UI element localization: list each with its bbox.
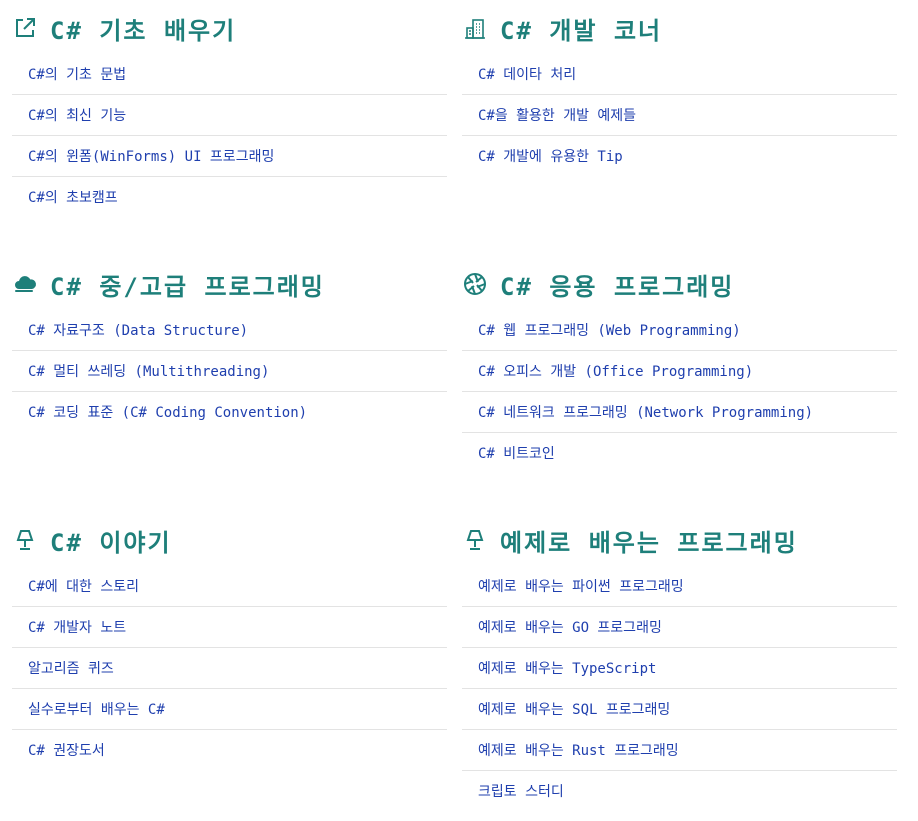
link-dev-tips[interactable]: C# 개발에 유용한 Tip	[462, 146, 623, 166]
section-header: C# 응용 프로그래밍	[462, 264, 897, 304]
section-learn-by-example: 예제로 배우는 프로그래밍 예제로 배우는 파이썬 프로그래밍 예제로 배우는 …	[462, 520, 897, 811]
link-algorithm-quiz[interactable]: 알고리즘 퀴즈	[12, 658, 114, 678]
link-rust[interactable]: 예제로 배우는 Rust 프로그래밍	[462, 740, 679, 760]
link-list: C# 자료구조 (Data Structure) C# 멀티 쓰레딩 (Mult…	[12, 310, 447, 432]
link-typescript[interactable]: 예제로 배우는 TypeScript	[462, 658, 656, 678]
list-item: C#의 초보캠프	[12, 177, 447, 217]
list-item: C#의 최신 기능	[12, 95, 447, 136]
section-title: C# 기초 배우기	[50, 16, 237, 45]
link-coding-convention[interactable]: C# 코딩 표준 (C# Coding Convention)	[12, 402, 307, 422]
list-item: C# 비트코인	[462, 433, 897, 473]
link-recommended-books[interactable]: C# 권장도서	[12, 740, 105, 760]
list-item: C# 데이타 처리	[462, 54, 897, 95]
link-developer-notes[interactable]: C# 개발자 노트	[12, 617, 126, 637]
list-item: C#의 윈폼(WinForms) UI 프로그래밍	[12, 136, 447, 177]
list-item: C# 네트워크 프로그래밍 (Network Programming)	[462, 392, 897, 433]
list-item: C# 권장도서	[12, 730, 447, 770]
list-item: C# 멀티 쓰레딩 (Multithreading)	[12, 351, 447, 392]
link-office-programming[interactable]: C# 오피스 개발 (Office Programming)	[462, 361, 753, 381]
building-icon	[462, 15, 488, 41]
section-title: C# 개발 코너	[500, 16, 663, 45]
section-header: 예제로 배우는 프로그래밍	[462, 520, 897, 560]
link-python[interactable]: 예제로 배우는 파이썬 프로그래밍	[462, 576, 684, 596]
section-title: C# 응용 프로그래밍	[500, 272, 735, 301]
link-web-programming[interactable]: C# 웹 프로그래밍 (Web Programming)	[462, 320, 741, 340]
link-basic-syntax[interactable]: C#의 기초 문법	[12, 64, 126, 84]
link-network-programming[interactable]: C# 네트워크 프로그래밍 (Network Programming)	[462, 402, 813, 422]
link-latest-features[interactable]: C#의 최신 기능	[12, 105, 126, 125]
link-go[interactable]: 예제로 배우는 GO 프로그래밍	[462, 617, 662, 637]
section-header: C# 중/고급 프로그래밍	[12, 264, 447, 304]
section-title: C# 중/고급 프로그래밍	[50, 272, 325, 301]
external-link-icon	[12, 15, 38, 41]
lamp-icon	[12, 527, 38, 553]
link-crypto-study[interactable]: 크립토 스터디	[462, 781, 564, 801]
link-winforms-ui[interactable]: C#의 윈폼(WinForms) UI 프로그래밍	[12, 146, 274, 166]
link-beginner-camp[interactable]: C#의 초보캠프	[12, 187, 118, 207]
link-list: 예제로 배우는 파이썬 프로그래밍 예제로 배우는 GO 프로그래밍 예제로 배…	[462, 566, 897, 811]
list-item: C# 코딩 표준 (C# Coding Convention)	[12, 392, 447, 432]
link-data-processing[interactable]: C# 데이타 처리	[462, 64, 576, 84]
link-list: C#의 기초 문법 C#의 최신 기능 C#의 윈폼(WinForms) UI …	[12, 54, 447, 217]
list-item: 예제로 배우는 파이썬 프로그래밍	[462, 566, 897, 607]
list-item: 예제로 배우는 SQL 프로그래밍	[462, 689, 897, 730]
aperture-icon	[462, 271, 488, 297]
list-item: 예제로 배우는 TypeScript	[462, 648, 897, 689]
link-story[interactable]: C#에 대한 스토리	[12, 576, 139, 596]
link-dev-examples[interactable]: C#을 활용한 개발 예제들	[462, 105, 636, 125]
list-item: C#의 기초 문법	[12, 54, 447, 95]
section-csharp-basics: C# 기초 배우기 C#의 기초 문법 C#의 최신 기능 C#의 윈폼(Win…	[12, 8, 447, 217]
cloud-icon	[12, 271, 38, 297]
section-advanced-programming: C# 중/고급 프로그래밍 C# 자료구조 (Data Structure) C…	[12, 264, 447, 432]
list-item: C# 오피스 개발 (Office Programming)	[462, 351, 897, 392]
section-header: C# 개발 코너	[462, 8, 897, 48]
list-item: 알고리즘 퀴즈	[12, 648, 447, 689]
section-dev-corner: C# 개발 코너 C# 데이타 처리 C#을 활용한 개발 예제들 C# 개발에…	[462, 8, 897, 176]
link-sql[interactable]: 예제로 배우는 SQL 프로그래밍	[462, 699, 670, 719]
list-item: C# 자료구조 (Data Structure)	[12, 310, 447, 351]
lamp-icon	[462, 527, 488, 553]
section-applied-programming: C# 응용 프로그래밍 C# 웹 프로그래밍 (Web Programming)…	[462, 264, 897, 473]
link-list: C# 웹 프로그래밍 (Web Programming) C# 오피스 개발 (…	[462, 310, 897, 473]
link-list: C# 데이타 처리 C#을 활용한 개발 예제들 C# 개발에 유용한 Tip	[462, 54, 897, 176]
link-learn-from-mistakes[interactable]: 실수로부터 배우는 C#	[12, 699, 165, 719]
link-list: C#에 대한 스토리 C# 개발자 노트 알고리즘 퀴즈 실수로부터 배우는 C…	[12, 566, 447, 770]
list-item: C#을 활용한 개발 예제들	[462, 95, 897, 136]
section-csharp-stories: C# 이야기 C#에 대한 스토리 C# 개발자 노트 알고리즘 퀴즈 실수로부…	[12, 520, 447, 770]
list-item: 예제로 배우는 Rust 프로그래밍	[462, 730, 897, 771]
list-item: C#에 대한 스토리	[12, 566, 447, 607]
section-header: C# 이야기	[12, 520, 447, 560]
list-item: 실수로부터 배우는 C#	[12, 689, 447, 730]
list-item: 예제로 배우는 GO 프로그래밍	[462, 607, 897, 648]
link-bitcoin[interactable]: C# 비트코인	[462, 443, 555, 463]
link-multithreading[interactable]: C# 멀티 쓰레딩 (Multithreading)	[12, 361, 269, 381]
section-title: C# 이야기	[50, 528, 172, 557]
list-item: C# 개발에 유용한 Tip	[462, 136, 897, 176]
list-item: C# 개발자 노트	[12, 607, 447, 648]
section-title: 예제로 배우는 프로그래밍	[500, 528, 798, 557]
link-data-structure[interactable]: C# 자료구조 (Data Structure)	[12, 320, 248, 340]
list-item: C# 웹 프로그래밍 (Web Programming)	[462, 310, 897, 351]
section-header: C# 기초 배우기	[12, 8, 447, 48]
list-item: 크립토 스터디	[462, 771, 897, 811]
